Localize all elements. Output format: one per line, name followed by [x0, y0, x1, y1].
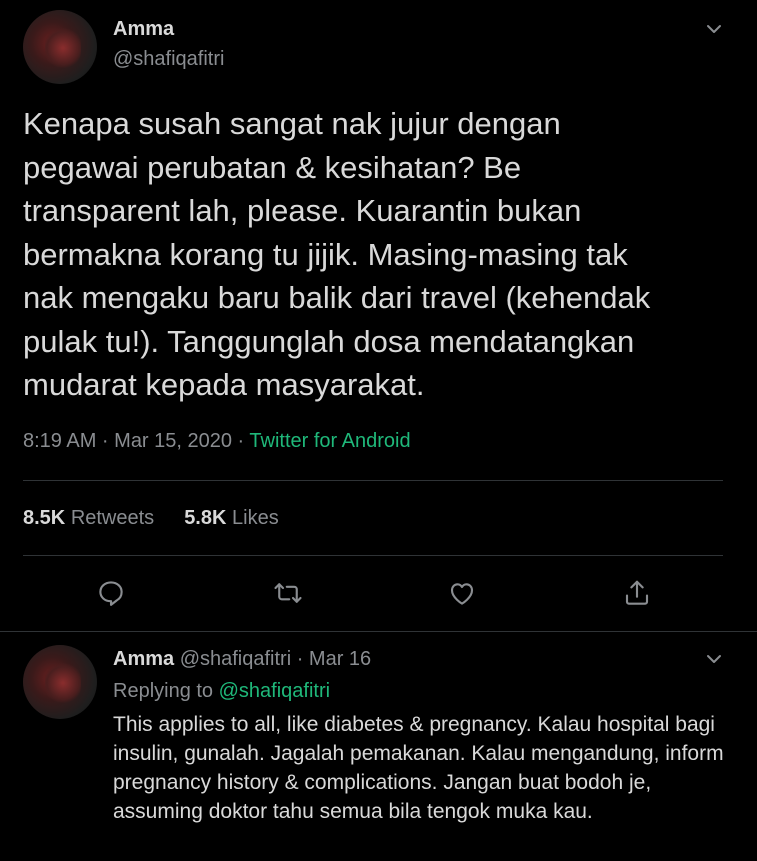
chevron-down-icon[interactable] — [705, 20, 723, 38]
share-icon — [625, 580, 649, 605]
replying-to: Replying to @shafiqafitri — [113, 680, 330, 703]
retweet-icon — [274, 583, 302, 603]
likes-stat[interactable]: 5.8K Likes — [184, 507, 279, 529]
tweet-timestamp[interactable]: 8:19 AM · Mar 15, 2020 · — [23, 430, 249, 452]
reply-icon — [99, 581, 123, 606]
reply-text: This applies to all, like diabetes & pre… — [113, 713, 724, 823]
likes-label: Likes — [232, 507, 279, 529]
reply-handle-date[interactable]: @shafiqafitri · Mar 16 — [180, 648, 371, 670]
divider — [23, 555, 723, 556]
divider — [23, 480, 723, 481]
avatar[interactable] — [23, 10, 97, 84]
tweet-separator — [0, 631, 757, 632]
retweets-label: Retweets — [70, 507, 155, 529]
author-handle[interactable]: @shafiqafitri — [113, 48, 224, 71]
retweet-button[interactable] — [270, 575, 306, 611]
chevron-down-icon[interactable] — [705, 650, 723, 668]
tweet-text: Kenapa susah sangat nak jujur dengan peg… — [23, 106, 651, 402]
share-button[interactable] — [619, 575, 655, 611]
like-icon — [450, 583, 474, 605]
like-button[interactable] — [444, 575, 480, 611]
tweet-source[interactable]: Twitter for Android — [249, 430, 410, 452]
reply-button[interactable] — [93, 575, 129, 611]
likes-count: 5.8K — [184, 507, 227, 529]
retweets-count: 8.5K — [23, 507, 66, 529]
retweets-stat[interactable]: 8.5K Retweets — [23, 507, 154, 529]
reply-avatar[interactable] — [23, 645, 97, 719]
engagement-counts: 8.5K Retweets 5.8K Likes — [23, 507, 279, 530]
main-tweet: Amma @shafiqafitri Kenapa susah sangat n… — [0, 0, 757, 631]
replying-mention[interactable]: @shafiqafitri — [219, 680, 330, 702]
reply-header: Amma @shafiqafitri · Mar 16 — [113, 648, 371, 671]
reply-author-name[interactable]: Amma — [113, 648, 174, 670]
author-name[interactable]: Amma — [113, 18, 174, 41]
replying-prefix: Replying to — [113, 680, 219, 702]
tweet-meta: 8:19 AM · Mar 15, 2020 · Twitter for And… — [23, 430, 411, 453]
